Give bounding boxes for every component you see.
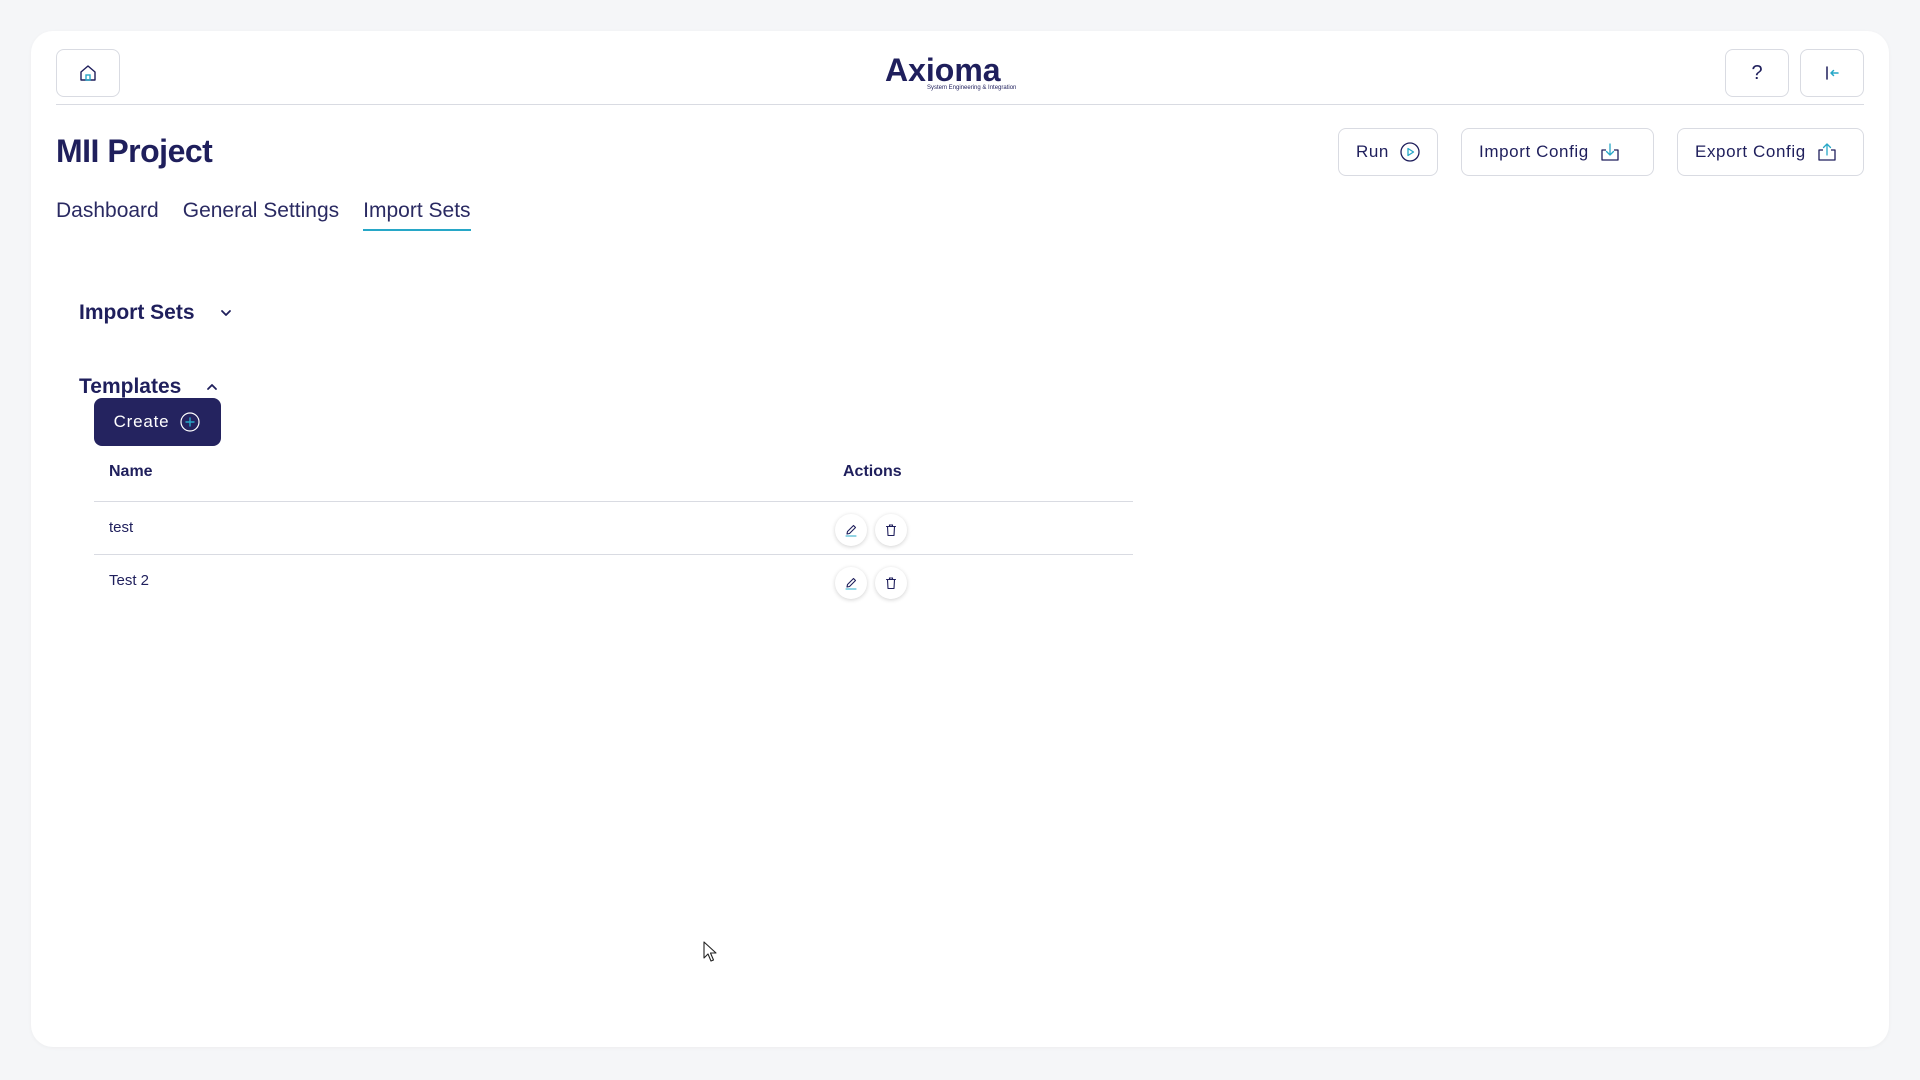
- import-sets-section-header[interactable]: Import Sets: [79, 301, 233, 325]
- trash-icon: [885, 577, 897, 590]
- tab-import-sets[interactable]: Import Sets: [363, 199, 471, 231]
- main-card: Axioma System Engineering & Integration …: [31, 31, 1889, 1047]
- export-config-button[interactable]: Export Config: [1677, 128, 1864, 176]
- axioma-logo: Axioma System Engineering & Integration: [885, 51, 1035, 95]
- help-button[interactable]: ?: [1725, 49, 1789, 97]
- templates-section-title: Templates: [79, 375, 182, 398]
- column-header-actions: Actions: [843, 463, 902, 480]
- import-sets-section-title: Import Sets: [79, 301, 195, 324]
- run-button-label: Run: [1356, 142, 1389, 161]
- help-icon: ?: [1751, 61, 1763, 84]
- logout-icon: [1826, 66, 1839, 80]
- chevron-up-icon: [207, 384, 218, 390]
- table-row: test: [94, 502, 1133, 555]
- row-actions: [835, 514, 907, 546]
- tab-general-settings[interactable]: General Settings: [183, 199, 339, 231]
- tab-bar: Dashboard General Settings Import Sets: [56, 199, 471, 231]
- template-name: Test 2: [109, 572, 150, 589]
- download-tray-icon: [1601, 143, 1619, 161]
- column-header-name: Name: [109, 463, 153, 480]
- pencil-icon: [845, 577, 857, 590]
- tab-dashboard[interactable]: Dashboard: [56, 199, 159, 231]
- pencil-icon: [845, 524, 857, 537]
- create-button-label: Create: [113, 412, 170, 431]
- templates-table: Name Actions test Test 2: [94, 455, 1133, 608]
- create-template-button[interactable]: Create: [94, 398, 221, 446]
- play-circle-icon: [1400, 142, 1420, 162]
- home-icon: [80, 65, 96, 81]
- top-bar: Axioma System Engineering & Integration …: [56, 49, 1864, 105]
- plus-circle-icon: [180, 412, 201, 432]
- table-row: Test 2: [94, 555, 1133, 608]
- logo-subtext: System Engineering & Integration: [927, 85, 1017, 91]
- table-header: Name Actions: [94, 455, 1133, 502]
- logout-button[interactable]: [1800, 49, 1864, 97]
- template-name: test: [109, 519, 134, 536]
- import-config-label: Import Config: [1479, 142, 1589, 161]
- trash-icon: [885, 524, 897, 537]
- logo-text: Axioma: [885, 52, 1001, 88]
- delete-button[interactable]: [875, 514, 907, 546]
- page-title: MII Project: [56, 133, 213, 169]
- edit-button[interactable]: [835, 514, 867, 546]
- edit-button[interactable]: [835, 567, 867, 599]
- row-actions: [835, 567, 907, 599]
- chevron-down-icon: [220, 310, 231, 316]
- upload-tray-icon: [1818, 143, 1836, 161]
- delete-button[interactable]: [875, 567, 907, 599]
- home-button[interactable]: [56, 49, 120, 97]
- run-button[interactable]: Run: [1338, 128, 1438, 176]
- export-config-label: Export Config: [1695, 142, 1806, 161]
- templates-section-header[interactable]: Templates: [79, 375, 219, 399]
- import-config-button[interactable]: Import Config: [1461, 128, 1654, 176]
- mouse-cursor-icon: [703, 941, 717, 962]
